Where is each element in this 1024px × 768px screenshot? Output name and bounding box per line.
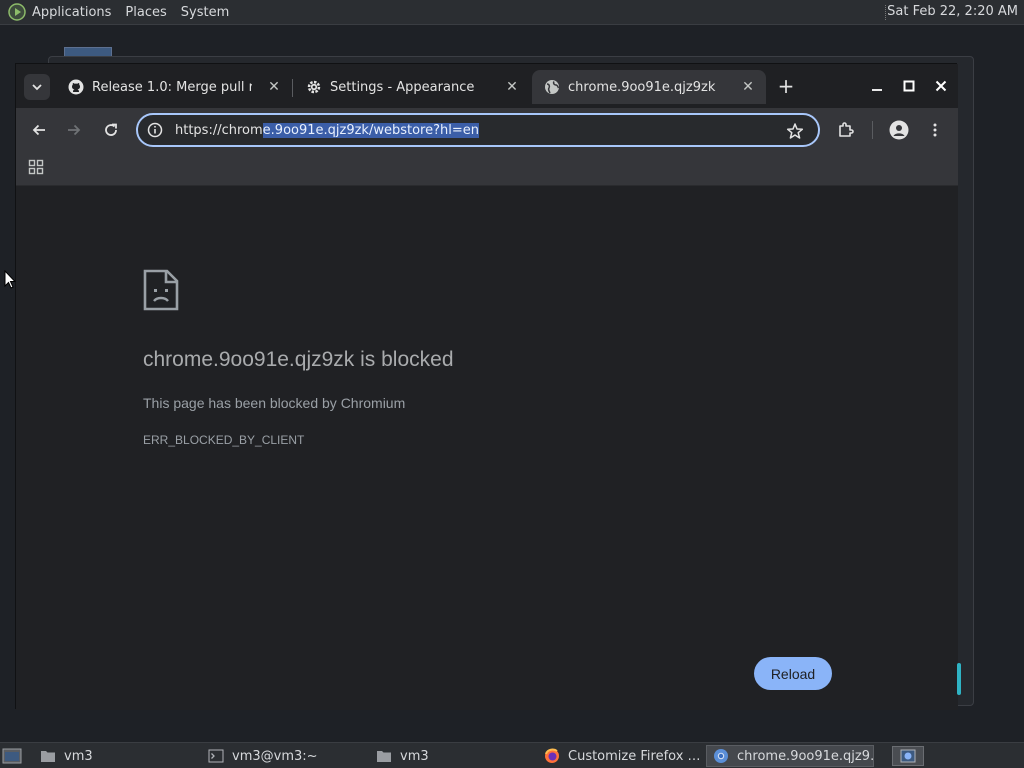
maximize-button[interactable]	[899, 76, 919, 96]
arrow-left-icon	[32, 124, 45, 136]
tab-github-release[interactable]: Release 1.0: Merge pull requ ✕	[56, 70, 292, 104]
taskbar-item-terminal[interactable]: vm3@vm3:~	[202, 745, 366, 767]
applications-menu[interactable]: Applications	[32, 5, 111, 20]
error-subtitle: This page has been blocked by Chromium	[143, 395, 406, 411]
reload-button[interactable]	[99, 118, 123, 142]
maximize-icon	[903, 80, 915, 92]
new-tab-button[interactable]: +	[776, 76, 796, 96]
top-panel: Applications Places System Sat Feb 22, 2…	[0, 0, 1024, 25]
distro-logo-icon[interactable]	[8, 3, 26, 21]
system-menu[interactable]: System	[181, 5, 229, 20]
tab-title: chrome.9oo91e.qjz9zk	[568, 79, 716, 95]
minimize-icon	[872, 89, 882, 91]
taskbar-item-firefox[interactable]: Customize Firefox …	[538, 745, 702, 767]
folder-icon	[377, 751, 391, 762]
chevron-down-icon	[32, 84, 42, 91]
apps-grid-icon[interactable]	[28, 159, 44, 175]
firefox-icon	[545, 748, 559, 763]
taskbar-item-vm3-folder-2[interactable]: vm3	[370, 745, 534, 767]
tab-title: Settings - Appearance	[330, 79, 475, 95]
extensions-button[interactable]	[834, 118, 858, 142]
page-content: chrome.9oo91e.qjz9zk is blocked This pag…	[16, 186, 958, 710]
toolbar-divider	[872, 121, 873, 139]
show-desktop-icon[interactable]	[2, 747, 22, 765]
reload-icon	[105, 123, 117, 136]
tab-search-button[interactable]	[24, 74, 50, 100]
reload-page-button[interactable]: Reload	[754, 657, 832, 690]
chromium-window: Release 1.0: Merge pull requ ✕ Settings …	[15, 63, 958, 710]
bookmarks-bar	[16, 150, 958, 186]
error-code: ERR_BLOCKED_BY_CLIENT	[143, 433, 305, 447]
bookmark-star-icon[interactable]	[786, 122, 804, 140]
taskbar-item-chromium[interactable]: chrome.9oo91e.qjz9…	[706, 745, 874, 767]
chromium-icon	[900, 749, 916, 763]
url-text[interactable]: https://chrome.9oo91e.qjz9zk/webstore?hl…	[175, 122, 479, 138]
taskbar: vm3 vm3@vm3:~ vm3 Customize Firefox … ch…	[0, 742, 1024, 768]
clock[interactable]: Sat Feb 22, 2:20 AM	[887, 4, 1018, 19]
error-title: chrome.9oo91e.qjz9zk is blocked	[143, 348, 454, 371]
mouse-pointer-icon	[4, 270, 16, 289]
close-icon	[935, 80, 947, 92]
toolbar: https://chrome.9oo91e.qjz9zk/webstore?hl…	[16, 108, 958, 150]
url-selection: e.9oo91e.qjz9zk/webstore?hl=en	[262, 122, 479, 138]
puzzle-icon	[839, 122, 854, 137]
forward-button[interactable]	[62, 118, 86, 142]
terminal-icon	[208, 749, 224, 763]
taskbar-item-label: chrome.9oo91e.qjz9…	[737, 748, 874, 764]
info-icon[interactable]	[147, 122, 163, 138]
close-window-button[interactable]	[931, 76, 951, 96]
minimize-button[interactable]	[867, 76, 887, 96]
taskbar-item-label: vm3	[400, 748, 429, 764]
tab-title: Release 1.0: Merge pull requ	[92, 79, 252, 95]
back-button[interactable]	[27, 118, 51, 142]
tab-strip: Release 1.0: Merge pull requ ✕ Settings …	[16, 64, 958, 108]
close-icon[interactable]: ✕	[740, 79, 756, 95]
workspace-switcher[interactable]	[892, 746, 924, 766]
profile-button[interactable]	[887, 118, 911, 142]
close-icon[interactable]: ✕	[504, 79, 520, 95]
menu-button[interactable]	[923, 118, 947, 142]
taskbar-item-label: vm3	[64, 748, 93, 764]
arrow-right-icon	[68, 124, 81, 136]
sad-page-icon	[143, 269, 179, 311]
globe-icon	[545, 80, 560, 94]
tab-divider	[292, 79, 293, 97]
tab-chrome-blocked[interactable]: chrome.9oo91e.qjz9zk ✕	[532, 70, 766, 104]
places-menu[interactable]: Places	[125, 5, 166, 20]
folder-icon	[41, 751, 55, 762]
chromium-icon	[714, 749, 728, 763]
taskbar-item-label: vm3@vm3:~	[232, 748, 318, 764]
taskbar-item-label: Customize Firefox …	[568, 748, 701, 764]
gear-icon	[307, 80, 321, 94]
tab-settings-appearance[interactable]: Settings - Appearance ✕	[294, 70, 530, 104]
more-vert-icon	[933, 123, 937, 137]
background-scroll-indicator	[957, 663, 961, 695]
address-bar[interactable]: https://chrome.9oo91e.qjz9zk/webstore?hl…	[136, 113, 820, 147]
github-icon	[68, 79, 84, 95]
avatar-icon	[889, 120, 909, 140]
close-icon[interactable]: ✕	[266, 79, 282, 95]
url-prefix: https://chrom	[175, 122, 263, 138]
taskbar-item-vm3-folder[interactable]: vm3	[34, 745, 198, 767]
